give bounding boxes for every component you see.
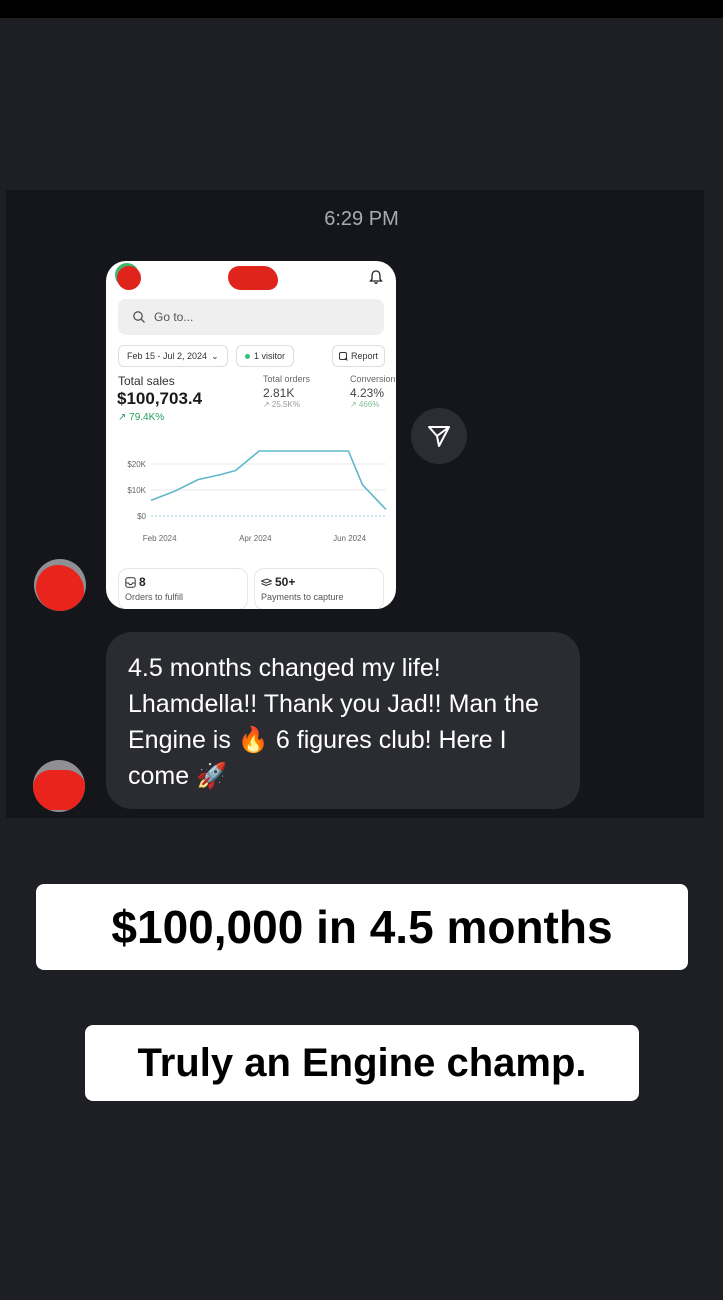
search-bar[interactable]: Go to... (118, 299, 384, 335)
sales-line (150, 450, 387, 511)
report-icon (339, 351, 348, 361)
total-sales-value: $100,703.4 (117, 389, 203, 408)
orders-to-fulfill-label: Orders to fulfill (125, 592, 184, 602)
chevron-down-icon: ⌄ (211, 351, 219, 361)
total-sales-change: ↗ 79.4K% (118, 412, 165, 423)
store-logo-redacted (117, 266, 141, 290)
conversion-label: Conversion (350, 374, 396, 384)
payments-to-capture-tile[interactable]: 50+ Payments to capture (254, 568, 384, 609)
search-icon (133, 311, 145, 323)
date-range-selector[interactable]: Feb 15 - Jul 2, 2024 ⌄ (118, 345, 228, 367)
x-tick-label: Feb 2024 (143, 534, 177, 543)
rocket-emoji-icon: 🚀 (196, 762, 228, 790)
total-orders-change: ↗ 25.5K% (263, 400, 300, 409)
x-tick-label: Apr 2024 (239, 534, 272, 543)
store-name-redacted (228, 266, 278, 290)
y-tick-label: $10K (127, 486, 146, 495)
visitor-count-pill[interactable]: 1 visitor (236, 345, 295, 367)
status-bar (0, 0, 723, 18)
shared-screenshot-card[interactable]: Go to... Feb 15 - Jul 2, 2024 ⌄ 1 visito… (106, 261, 396, 609)
share-button[interactable] (411, 408, 467, 464)
search-placeholder: Go to... (154, 310, 194, 324)
orders-to-fulfill-count: 8 (139, 575, 146, 589)
sender-avatar-redacted-2[interactable] (33, 760, 85, 812)
redaction-mark (33, 770, 85, 810)
y-tick-label: $0 (137, 512, 146, 521)
headline-caption: $100,000 in 4.5 months (36, 884, 688, 970)
conversion-value: 4.23% (350, 386, 385, 400)
sender-avatar-redacted[interactable] (34, 559, 86, 611)
total-orders-value: 2.81K (263, 386, 295, 400)
inbox-icon (125, 577, 136, 588)
sales-chart: $20K $10K $0 Feb 2024 Apr 2024 Jun 2024 (127, 450, 387, 543)
payments-to-capture-label: Payments to capture (261, 592, 344, 602)
x-tick-label: Jun 2024 (333, 534, 366, 543)
redaction-mark (36, 565, 84, 611)
report-label: Report (351, 351, 379, 361)
total-orders-label: Total orders (263, 374, 311, 384)
payments-to-capture-count: 50+ (275, 575, 296, 589)
bell-icon (369, 270, 383, 284)
y-tick-label: $20K (127, 460, 146, 469)
fire-emoji-icon: 🔥 (237, 726, 269, 754)
date-range-text: Feb 15 - Jul 2, 2024 (127, 351, 208, 361)
visitor-count-text: 1 visitor (254, 351, 286, 361)
send-icon (428, 426, 450, 447)
report-button[interactable]: Report (332, 345, 386, 367)
live-dot-icon (245, 353, 250, 359)
message-text: 4.5 months changed my life! Lhamdella!! … (128, 650, 568, 794)
subline-caption: Truly an Engine champ. (85, 1025, 639, 1101)
total-sales-label: Total sales (118, 374, 175, 388)
conversion-change: ↗ 466% (350, 400, 380, 409)
orders-to-fulfill-tile[interactable]: 8 Orders to fulfill (118, 568, 248, 609)
payment-icon (261, 578, 272, 587)
message-timestamp: 6:29 PM (324, 208, 399, 230)
message-bubble[interactable]: 4.5 months changed my life! Lhamdella!! … (106, 632, 580, 809)
